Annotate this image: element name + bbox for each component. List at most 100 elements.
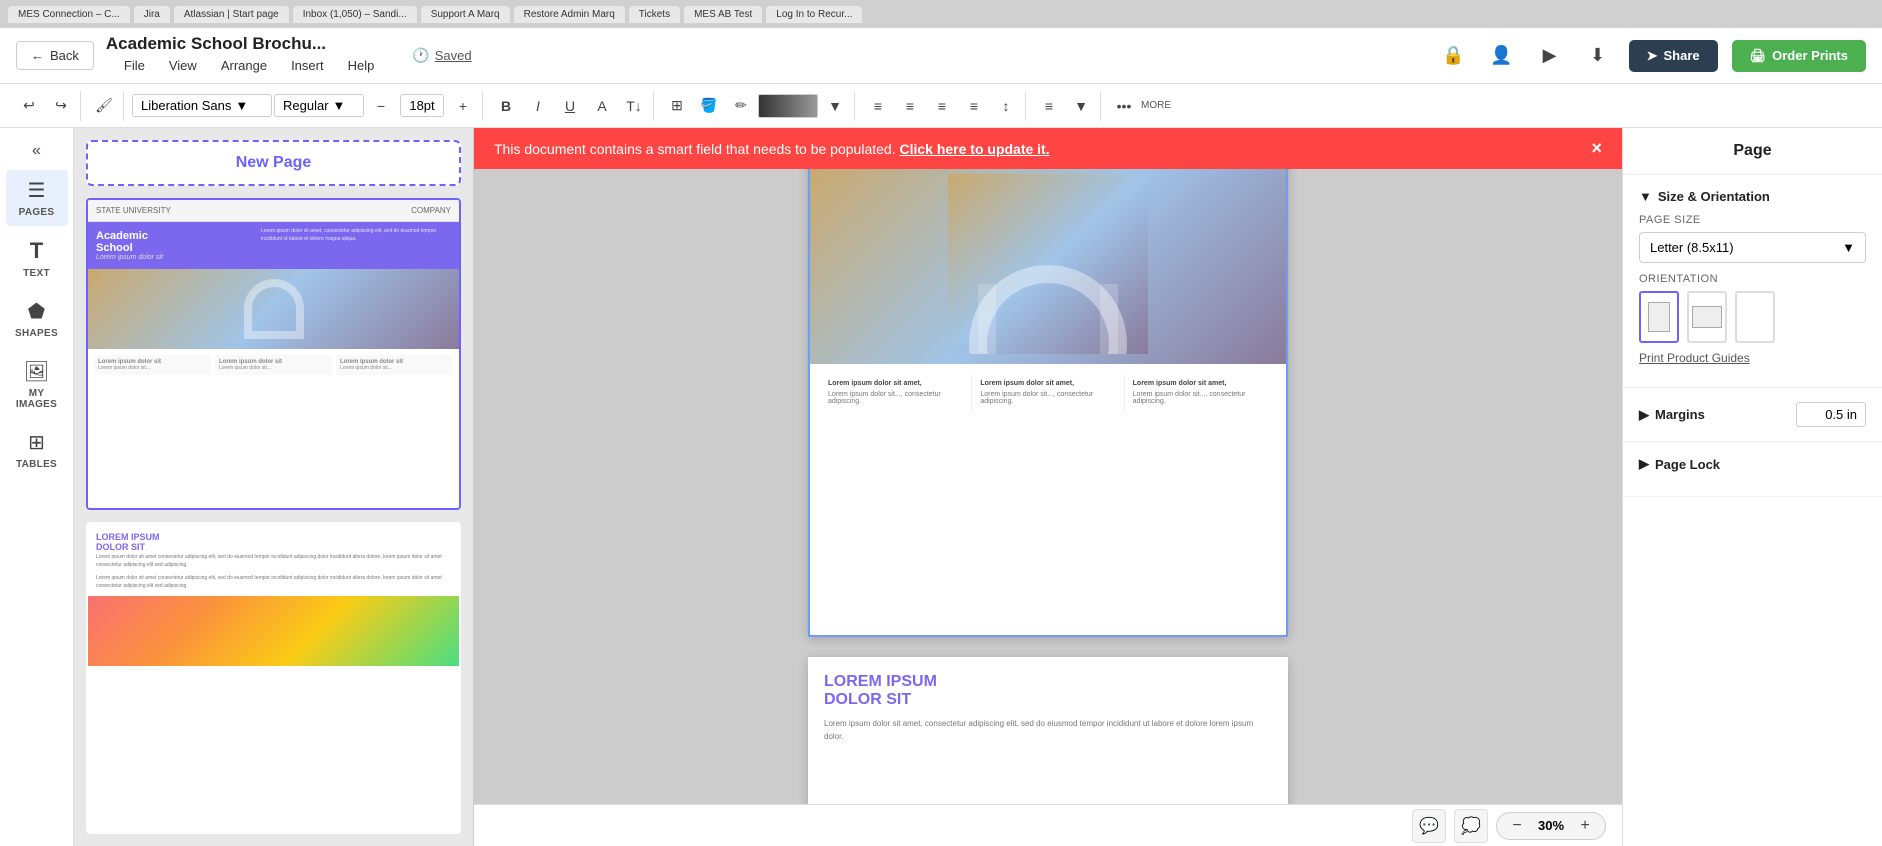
sidebar-item-pages[interactable]: ☰ PAGES: [6, 170, 68, 226]
section-arrow-down: ▼: [1639, 189, 1652, 204]
zoom-out-button[interactable]: −: [1507, 817, 1527, 835]
thumb-title-1: Academic School: [96, 230, 247, 254]
notification-close-button[interactable]: ×: [1591, 138, 1602, 159]
line-height-button[interactable]: ↕: [991, 91, 1021, 121]
lock-icon-btn[interactable]: 🔒: [1437, 39, 1471, 73]
canvas-area: This document contains a smart field tha…: [474, 128, 1622, 846]
sidebar-item-tables[interactable]: ⊞ TABLES: [6, 422, 68, 478]
download-icon-btn[interactable]: ⬇: [1581, 39, 1615, 73]
align-right-button[interactable]: ≡: [927, 91, 957, 121]
browser-tab[interactable]: Tickets: [629, 6, 680, 23]
thumb-university-1: STATE UNIVERSITY: [96, 206, 171, 215]
sidebar-item-shapes[interactable]: ⬟ SHAPES: [6, 291, 68, 347]
menu-help[interactable]: Help: [338, 54, 385, 77]
margins-section: ▶ Margins: [1623, 388, 1882, 442]
bottom-toolbar: 💬 💭 − 30% +: [474, 804, 1622, 846]
font-dropdown-arrow: ▼: [235, 98, 248, 113]
collapse-sidebar-button[interactable]: «: [26, 136, 47, 166]
page-lock-label: Page Lock: [1655, 457, 1720, 472]
user-plus-icon-btn[interactable]: 👤: [1485, 39, 1519, 73]
share-button[interactable]: ➤ Share: [1629, 40, 1718, 72]
sidebar-item-text[interactable]: T TEXT: [6, 230, 68, 287]
sidebar-item-images[interactable]: 🖼 MY IMAGES: [6, 351, 68, 418]
page-size-selector[interactable]: Letter (8.5x11) ▼: [1639, 232, 1866, 263]
font-style: Regular: [283, 98, 329, 113]
line-dropdown[interactable]: ▼: [820, 91, 850, 121]
format-paint-button[interactable]: 🖌: [89, 91, 119, 121]
fill-button[interactable]: 🪣: [694, 91, 724, 121]
arrangement-group: ⊞ 🪣 ✏ ▼: [658, 91, 855, 121]
crop-button[interactable]: ⊞: [662, 91, 692, 121]
shapes-icon: ⬟: [28, 299, 45, 324]
portrait-icon: [1648, 302, 1670, 332]
font-family-selector[interactable]: Liberation Sans ▼: [132, 94, 272, 117]
browser-tab[interactable]: Log In to Recur...: [766, 6, 862, 23]
order-prints-button[interactable]: 🖨 Order Prints: [1732, 40, 1866, 72]
align-group: ≡ ≡ ≡ ≡ ↕: [859, 91, 1026, 121]
saved-label: Saved: [435, 48, 472, 63]
comment-button[interactable]: 💬: [1412, 809, 1446, 843]
underline-button[interactable]: U: [555, 91, 585, 121]
landscape-orientation-option[interactable]: [1687, 291, 1727, 343]
browser-tab[interactable]: Atlassian | Start page: [174, 6, 289, 23]
italic-button[interactable]: I: [523, 91, 553, 121]
play-icon-btn[interactable]: ▶: [1533, 39, 1567, 73]
orientation-options: [1639, 291, 1866, 343]
font-style-selector[interactable]: Regular ▼: [274, 94, 364, 117]
browser-tab[interactable]: Restore Admin Marq: [514, 6, 625, 23]
browser-tab[interactable]: MES Connection – C...: [8, 6, 130, 23]
margins-toggle[interactable]: ▶ Margins: [1639, 407, 1705, 423]
margins-input[interactable]: [1796, 402, 1866, 427]
list-button[interactable]: ≡: [1034, 91, 1064, 121]
browser-tab[interactable]: Support A Marq: [421, 6, 510, 23]
portrait-orientation-option[interactable]: [1639, 291, 1679, 343]
text-style-button[interactable]: T↓: [619, 91, 649, 121]
menu-insert[interactable]: Insert: [281, 54, 334, 77]
page-thumbnail-2[interactable]: LOREM IPSUM DOLOR SIT Lorem ipsum dolor …: [86, 522, 461, 834]
font-size-value[interactable]: 18pt: [400, 94, 444, 117]
canvas-page-2[interactable]: LOREM IPSUM DOLOR SIT Lorem ipsum dolor …: [808, 657, 1288, 805]
font-size-increase[interactable]: +: [448, 91, 478, 121]
pages-panel: New Page STATE UNIVERSITY COMPANY Academ…: [74, 128, 474, 846]
browser-tab[interactable]: Inbox (1,050) – Sandi...: [293, 6, 417, 23]
menu-view[interactable]: View: [159, 54, 207, 77]
line-style-selector[interactable]: [758, 94, 818, 118]
page-lock-toggle[interactable]: ▶ Page Lock: [1639, 456, 1866, 472]
menu-file[interactable]: File: [114, 54, 155, 77]
canvas-page-1[interactable]: STATE UNIVERSITY COMPANY AcademicSchool …: [808, 169, 1288, 637]
chat-button[interactable]: 💭: [1454, 809, 1488, 843]
zoom-value: 30%: [1533, 818, 1569, 833]
effects-button[interactable]: ✏: [726, 91, 756, 121]
share-label: Share: [1663, 48, 1699, 63]
menu-arrange[interactable]: Arrange: [211, 54, 277, 77]
back-button[interactable]: ← Back: [16, 41, 94, 70]
thumb-header-1: STATE UNIVERSITY COMPANY: [88, 200, 459, 222]
more-button[interactable]: •••: [1109, 91, 1139, 121]
list-dropdown[interactable]: ▼: [1066, 91, 1096, 121]
undo-button[interactable]: ↩: [14, 91, 44, 121]
bold-button[interactable]: B: [491, 91, 521, 121]
notification-link[interactable]: Click here to update it.: [899, 141, 1049, 157]
new-page-button[interactable]: New Page: [86, 140, 461, 186]
browser-tab[interactable]: MES AB Test: [684, 6, 762, 23]
canvas-content: STATE UNIVERSITY COMPANY AcademicSchool …: [474, 169, 1622, 804]
page-size-dropdown-arrow: ▼: [1842, 240, 1855, 255]
size-orientation-toggle[interactable]: ▼ Size & Orientation: [1639, 189, 1866, 204]
redo-button[interactable]: ↪: [46, 91, 76, 121]
custom-orientation-option[interactable]: [1735, 291, 1775, 343]
align-center-button[interactable]: ≡: [895, 91, 925, 121]
thumb-body-2: Lorem ipsum dolor sit amet consectetur a…: [88, 554, 459, 575]
browser-tab[interactable]: Jira: [134, 6, 170, 23]
align-left-button[interactable]: ≡: [863, 91, 893, 121]
canvas-col-2: Lorem ipsum dolor sit amet, Lorem ipsum …: [972, 374, 1124, 411]
align-justify-button[interactable]: ≡: [959, 91, 989, 121]
canvas-col-2-text: Lorem ipsum dolor sit..., consectetur ad…: [980, 391, 1115, 405]
page-thumbnail-1[interactable]: STATE UNIVERSITY COMPANY Academic School…: [86, 198, 461, 510]
zoom-in-button[interactable]: +: [1575, 817, 1595, 835]
notification-bar: This document contains a smart field tha…: [474, 128, 1622, 169]
page-size-label: PAGE SIZE: [1639, 214, 1866, 226]
font-size-decrease[interactable]: −: [366, 91, 396, 121]
print-guides-link[interactable]: Print Product Guides: [1639, 343, 1866, 373]
color-button[interactable]: A: [587, 91, 617, 121]
notification-message: This document contains a smart field tha…: [494, 141, 896, 157]
